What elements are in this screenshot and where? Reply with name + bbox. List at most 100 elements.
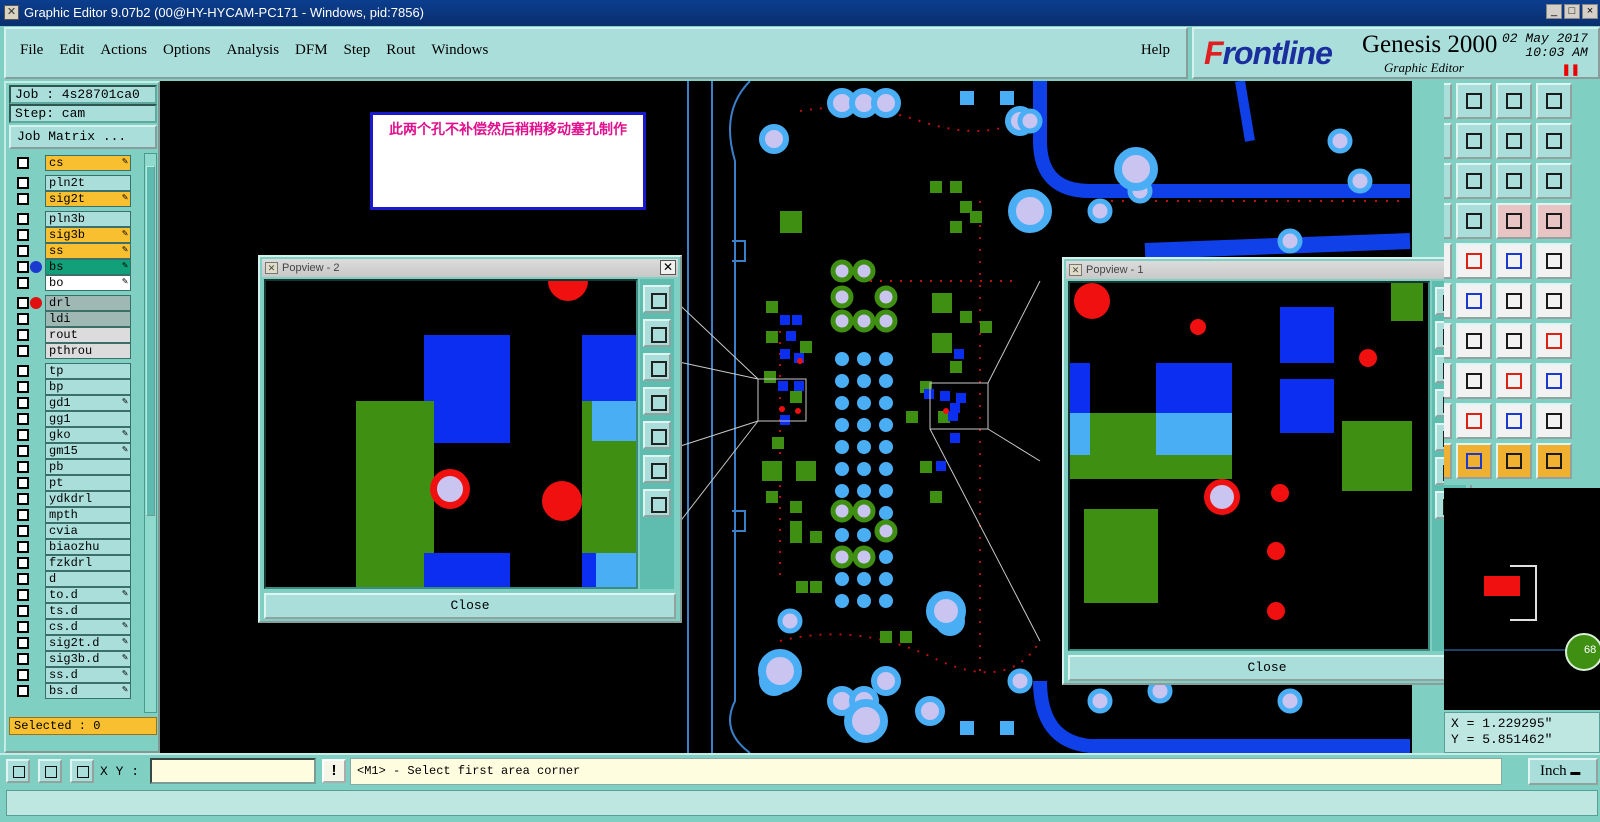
layer-name[interactable]: rout: [45, 327, 131, 343]
tool-button[interactable]: [1456, 83, 1492, 119]
layer-checkbox[interactable]: [17, 685, 29, 697]
popview-2-canvas[interactable]: [264, 279, 638, 589]
tool-button[interactable]: [1456, 403, 1492, 439]
layer-name[interactable]: ss.d ✎: [45, 667, 131, 683]
warning-button[interactable]: !: [322, 759, 346, 783]
layer-row-pt[interactable]: pt: [9, 475, 141, 491]
layer-checkbox[interactable]: [17, 493, 29, 505]
layer-name[interactable]: sig3b ✎: [45, 227, 131, 243]
tool-button[interactable]: [1444, 323, 1452, 359]
layer-name[interactable]: pthrou: [45, 343, 131, 359]
layer-name[interactable]: sig3b.d ✎: [45, 651, 131, 667]
layer-row-bp[interactable]: bp: [9, 379, 141, 395]
menu-options[interactable]: Options: [163, 42, 211, 59]
layer-name[interactable]: to.d ✎: [45, 587, 131, 603]
layer-name[interactable]: gm15 ✎: [45, 443, 131, 459]
layer-row-cs-d[interactable]: cs.d ✎: [9, 619, 141, 635]
layer-row-bs[interactable]: bs ✎: [9, 259, 141, 275]
layer-checkbox[interactable]: [17, 213, 29, 225]
layer-row-sig3b[interactable]: sig3b ✎: [9, 227, 141, 243]
tool-button[interactable]: [1536, 163, 1572, 199]
popview-1-canvas[interactable]: [1068, 281, 1430, 651]
tool-button[interactable]: [1444, 123, 1452, 159]
layer-name[interactable]: drl: [45, 295, 131, 311]
layer-checkbox[interactable]: [17, 381, 29, 393]
tool-button[interactable]: [1496, 403, 1532, 439]
layer-row-gm15[interactable]: gm15 ✎: [9, 443, 141, 459]
tool-button[interactable]: [1456, 323, 1492, 359]
tool-button[interactable]: [1496, 163, 1532, 199]
layer-checkbox[interactable]: [17, 261, 29, 273]
layer-checkbox[interactable]: [17, 397, 29, 409]
tool-button[interactable]: [1444, 163, 1452, 199]
layer-row-ts-d[interactable]: ts.d: [9, 603, 141, 619]
layer-row-pb[interactable]: pb: [9, 459, 141, 475]
layer-name[interactable]: gko ✎: [45, 427, 131, 443]
layer-row-cvia[interactable]: cvia: [9, 523, 141, 539]
tool-button[interactable]: [1496, 443, 1532, 479]
tool-button[interactable]: [1456, 283, 1492, 319]
tool-button[interactable]: [1444, 243, 1452, 279]
layer-name[interactable]: gd1 ✎: [45, 395, 131, 411]
tool-button[interactable]: [1444, 403, 1452, 439]
tool-button[interactable]: [1444, 283, 1452, 319]
layer-row-pln3b[interactable]: pln3b: [9, 211, 141, 227]
popview-tool-button[interactable]: [643, 489, 671, 517]
tool-button[interactable]: [1456, 163, 1492, 199]
popview-tool-button[interactable]: [643, 455, 671, 483]
layer-row-rout[interactable]: rout: [9, 327, 141, 343]
tool-button[interactable]: [1496, 83, 1532, 119]
layer-row-sig2t[interactable]: sig2t ✎: [9, 191, 141, 207]
layer-name[interactable]: ydkdrl: [45, 491, 131, 507]
mini-map[interactable]: 68: [1444, 488, 1600, 710]
tool-button[interactable]: [1456, 363, 1492, 399]
layer-name[interactable]: tp: [45, 363, 131, 379]
menu-actions[interactable]: Actions: [100, 42, 147, 59]
layer-name[interactable]: mpth: [45, 507, 131, 523]
menu-windows[interactable]: Windows: [431, 42, 488, 59]
layer-checkbox[interactable]: [17, 277, 29, 289]
popview-tool-button[interactable]: [643, 387, 671, 415]
layer-checkbox[interactable]: [17, 621, 29, 633]
layer-row-pln2t[interactable]: pln2t: [9, 175, 141, 191]
maximize-button[interactable]: □: [1564, 4, 1580, 19]
layer-checkbox[interactable]: [17, 509, 29, 521]
layer-name[interactable]: pln2t: [45, 175, 131, 191]
layer-checkbox[interactable]: [17, 413, 29, 425]
tool-button[interactable]: [1496, 283, 1532, 319]
layer-row-gko[interactable]: gko ✎: [9, 427, 141, 443]
layer-name[interactable]: pb: [45, 459, 131, 475]
layer-row-ydkdrl[interactable]: ydkdrl: [9, 491, 141, 507]
layer-name[interactable]: bs ✎: [45, 259, 131, 275]
tool-button[interactable]: [1456, 123, 1492, 159]
measure-mode-button[interactable]: [38, 759, 62, 783]
tool-button[interactable]: [1444, 83, 1452, 119]
layer-checkbox[interactable]: [17, 157, 29, 169]
layer-checkbox[interactable]: [17, 429, 29, 441]
tool-button[interactable]: [1536, 243, 1572, 279]
menu-edit[interactable]: Edit: [59, 42, 84, 59]
layer-checkbox[interactable]: [17, 637, 29, 649]
tool-button[interactable]: [1456, 203, 1492, 239]
tool-button[interactable]: [1456, 443, 1492, 479]
layer-name[interactable]: bs.d ✎: [45, 683, 131, 699]
layer-checkbox[interactable]: [17, 605, 29, 617]
layer-row-tp[interactable]: tp: [9, 363, 141, 379]
unit-selector[interactable]: Inch ▬: [1528, 758, 1598, 785]
layer-name[interactable]: gg1: [45, 411, 131, 427]
layer-checkbox[interactable]: [17, 557, 29, 569]
layer-name[interactable]: sig2t ✎: [45, 191, 131, 207]
layer-name[interactable]: ldi: [45, 311, 131, 327]
menu-rout[interactable]: Rout: [386, 42, 415, 59]
menu-dfm[interactable]: DFM: [295, 42, 328, 59]
layer-scrollbar[interactable]: [144, 153, 157, 713]
popview-1-titlebar[interactable]: ✕ Popview - 1 ✕: [1066, 261, 1468, 279]
menu-step[interactable]: Step: [344, 42, 371, 59]
menu-file[interactable]: File: [20, 42, 43, 59]
tool-button[interactable]: [1444, 443, 1452, 479]
layer-checkbox[interactable]: [17, 177, 29, 189]
layer-name[interactable]: biaozhu: [45, 539, 131, 555]
tool-button[interactable]: [1496, 123, 1532, 159]
layer-checkbox[interactable]: [17, 365, 29, 377]
layer-name[interactable]: pln3b: [45, 211, 131, 227]
